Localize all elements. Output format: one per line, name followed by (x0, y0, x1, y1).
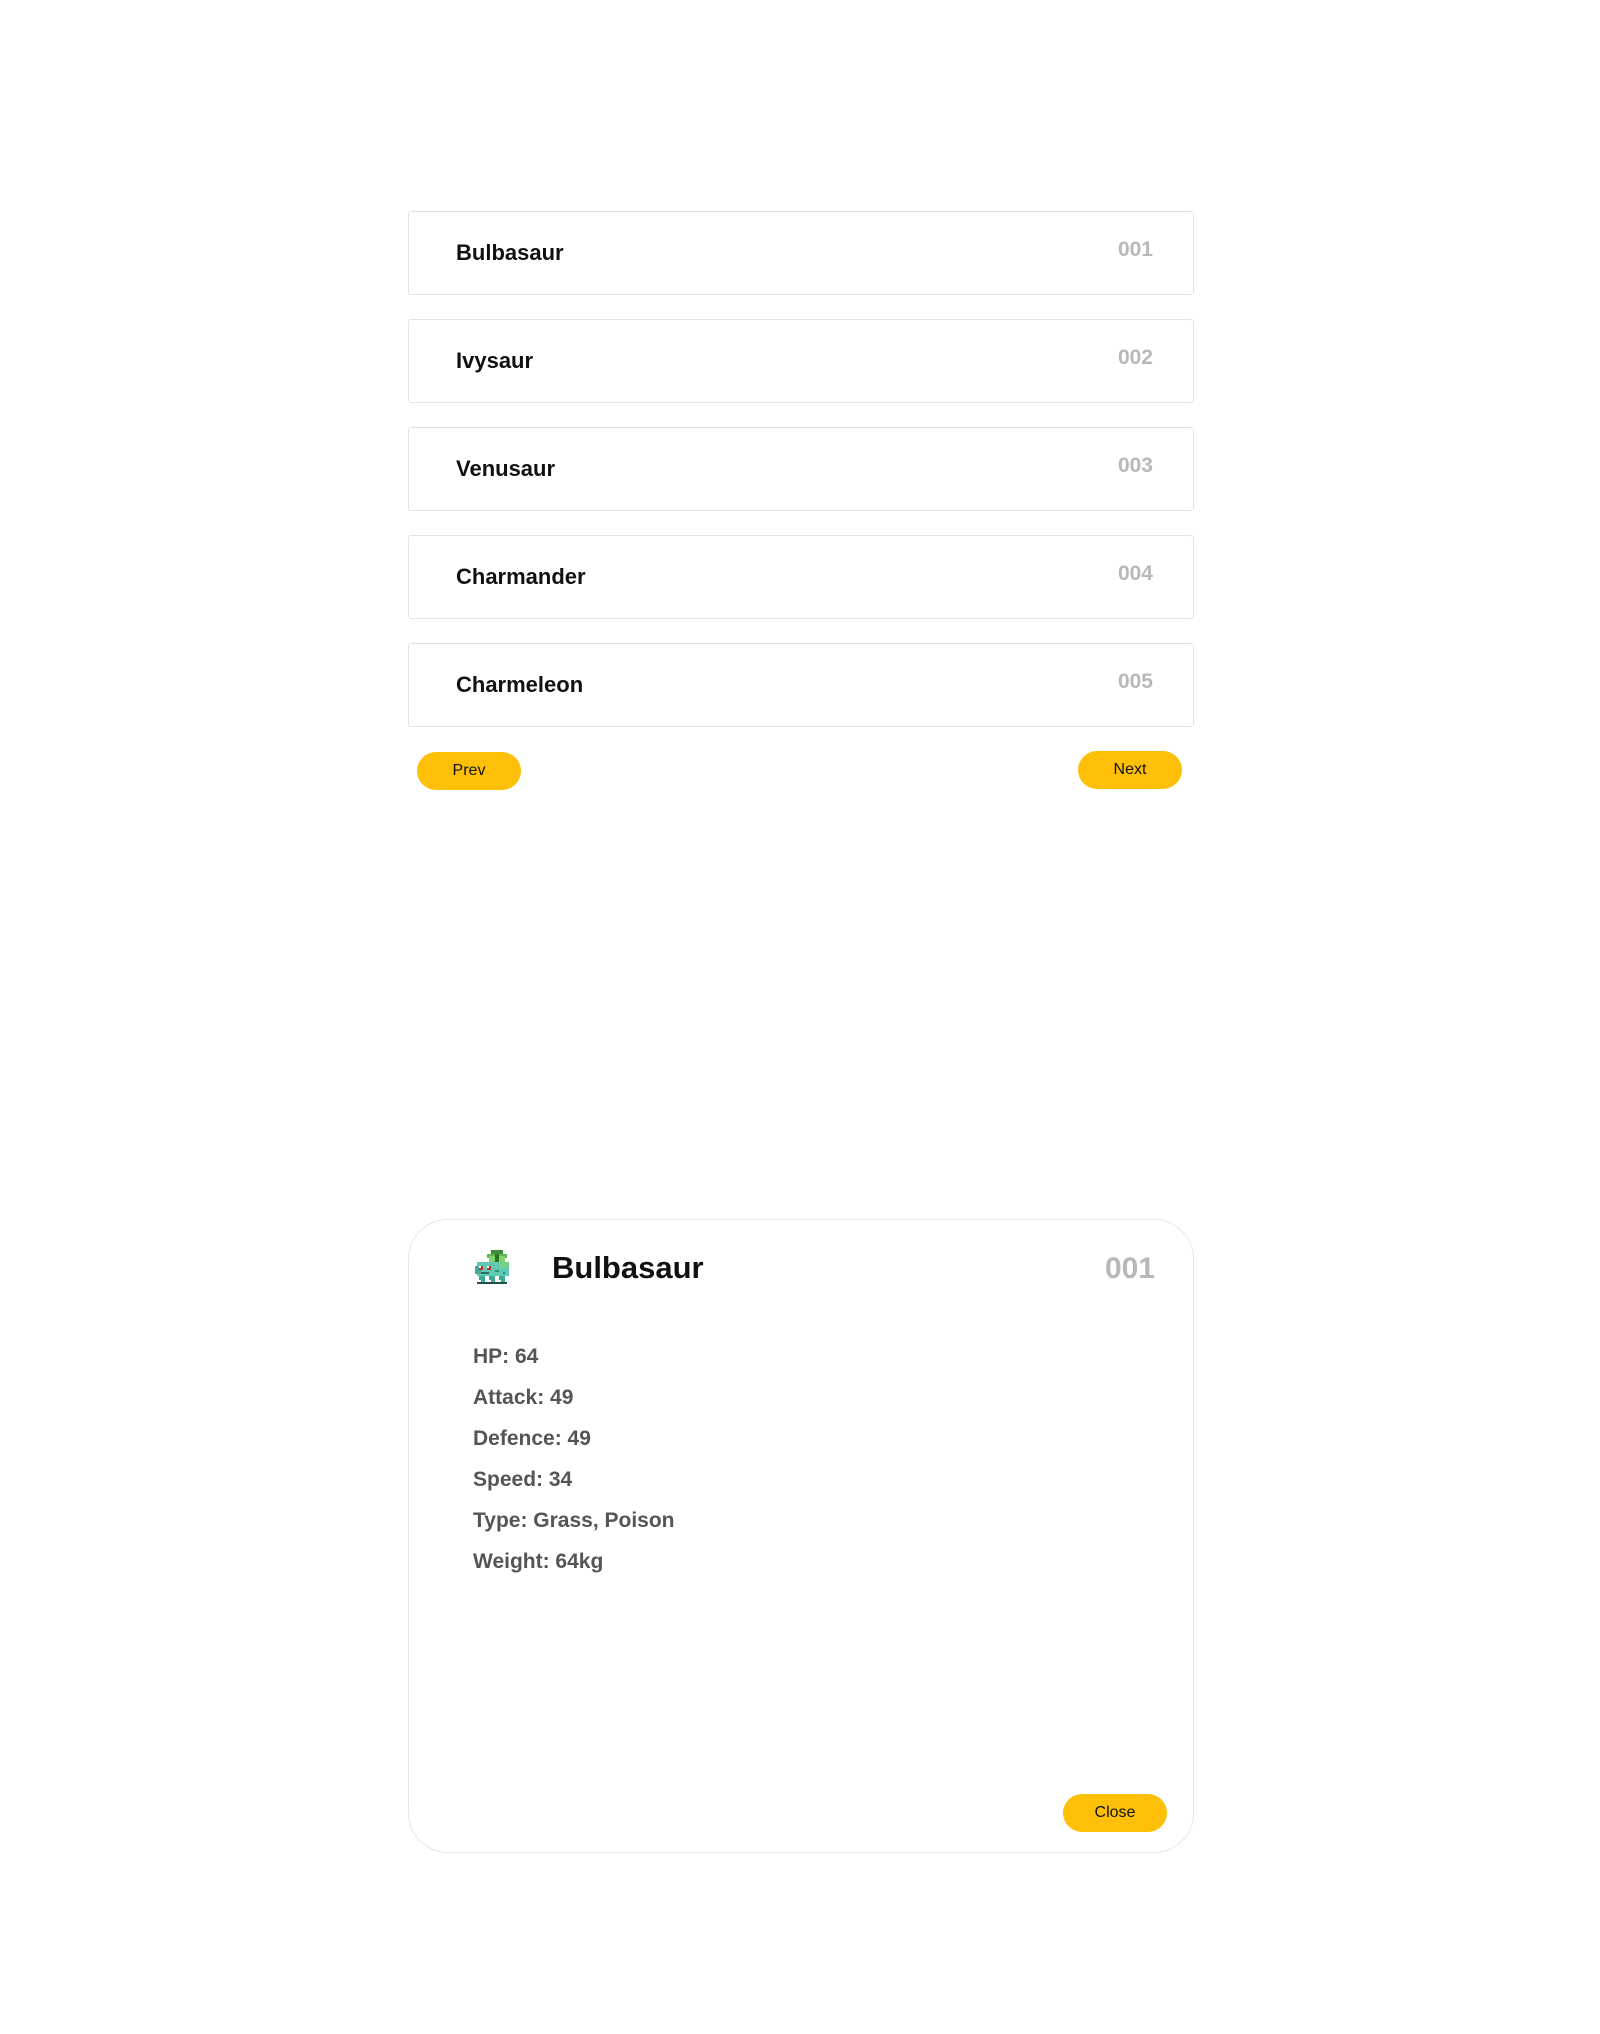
list-item[interactable]: Bulbasaur 001 (408, 211, 1194, 295)
stat-weight: Weight: 64kg (473, 1550, 604, 1573)
pokemon-name: Venusaur (456, 456, 556, 481)
pokemon-name: Bulbasaur (456, 240, 564, 265)
detail-pokemon-name: Bulbasaur (552, 1250, 704, 1285)
close-button[interactable]: Close (1063, 1794, 1167, 1832)
pokemon-list: Bulbasaur 001 Ivysaur 002 Venusaur 003 C… (408, 211, 1194, 727)
pokemon-number: 002 (1117, 346, 1153, 369)
stat-hp: HP: 64 (473, 1345, 539, 1368)
pokemon-name: Charmeleon (456, 672, 584, 697)
list-item[interactable]: Venusaur 003 (408, 427, 1194, 511)
stat-speed: Speed: 34 (473, 1468, 573, 1491)
pokemon-name: Ivysaur (456, 348, 534, 373)
pokemon-name: Charmander (456, 564, 586, 589)
next-button[interactable]: Next (1078, 751, 1182, 789)
detail-pokemon-number: 001 (1104, 1252, 1155, 1285)
stats-list: HP: 64 Attack: 49 Defence: 49 Speed: 34 … (473, 1336, 675, 1582)
list-item[interactable]: Charmeleon 005 (408, 643, 1194, 727)
list-item[interactable]: Ivysaur 002 (408, 319, 1194, 403)
prev-button[interactable]: Prev (417, 752, 521, 790)
pokemon-number: 004 (1117, 562, 1153, 585)
stat-defence: Defence: 49 (473, 1427, 591, 1450)
bulbasaur-sprite-icon (475, 1250, 509, 1284)
stat-type: Type: Grass, Poison (473, 1509, 675, 1532)
pokemon-number: 001 (1117, 238, 1153, 261)
stat-attack: Attack: 49 (473, 1386, 574, 1409)
pokemon-number: 005 (1117, 670, 1153, 693)
list-item[interactable]: Charmander 004 (408, 535, 1194, 619)
pokemon-number: 003 (1117, 454, 1153, 477)
pokemon-detail-card: Bulbasaur 001 HP: 64 Attack: 49 Defence:… (408, 1219, 1194, 1853)
